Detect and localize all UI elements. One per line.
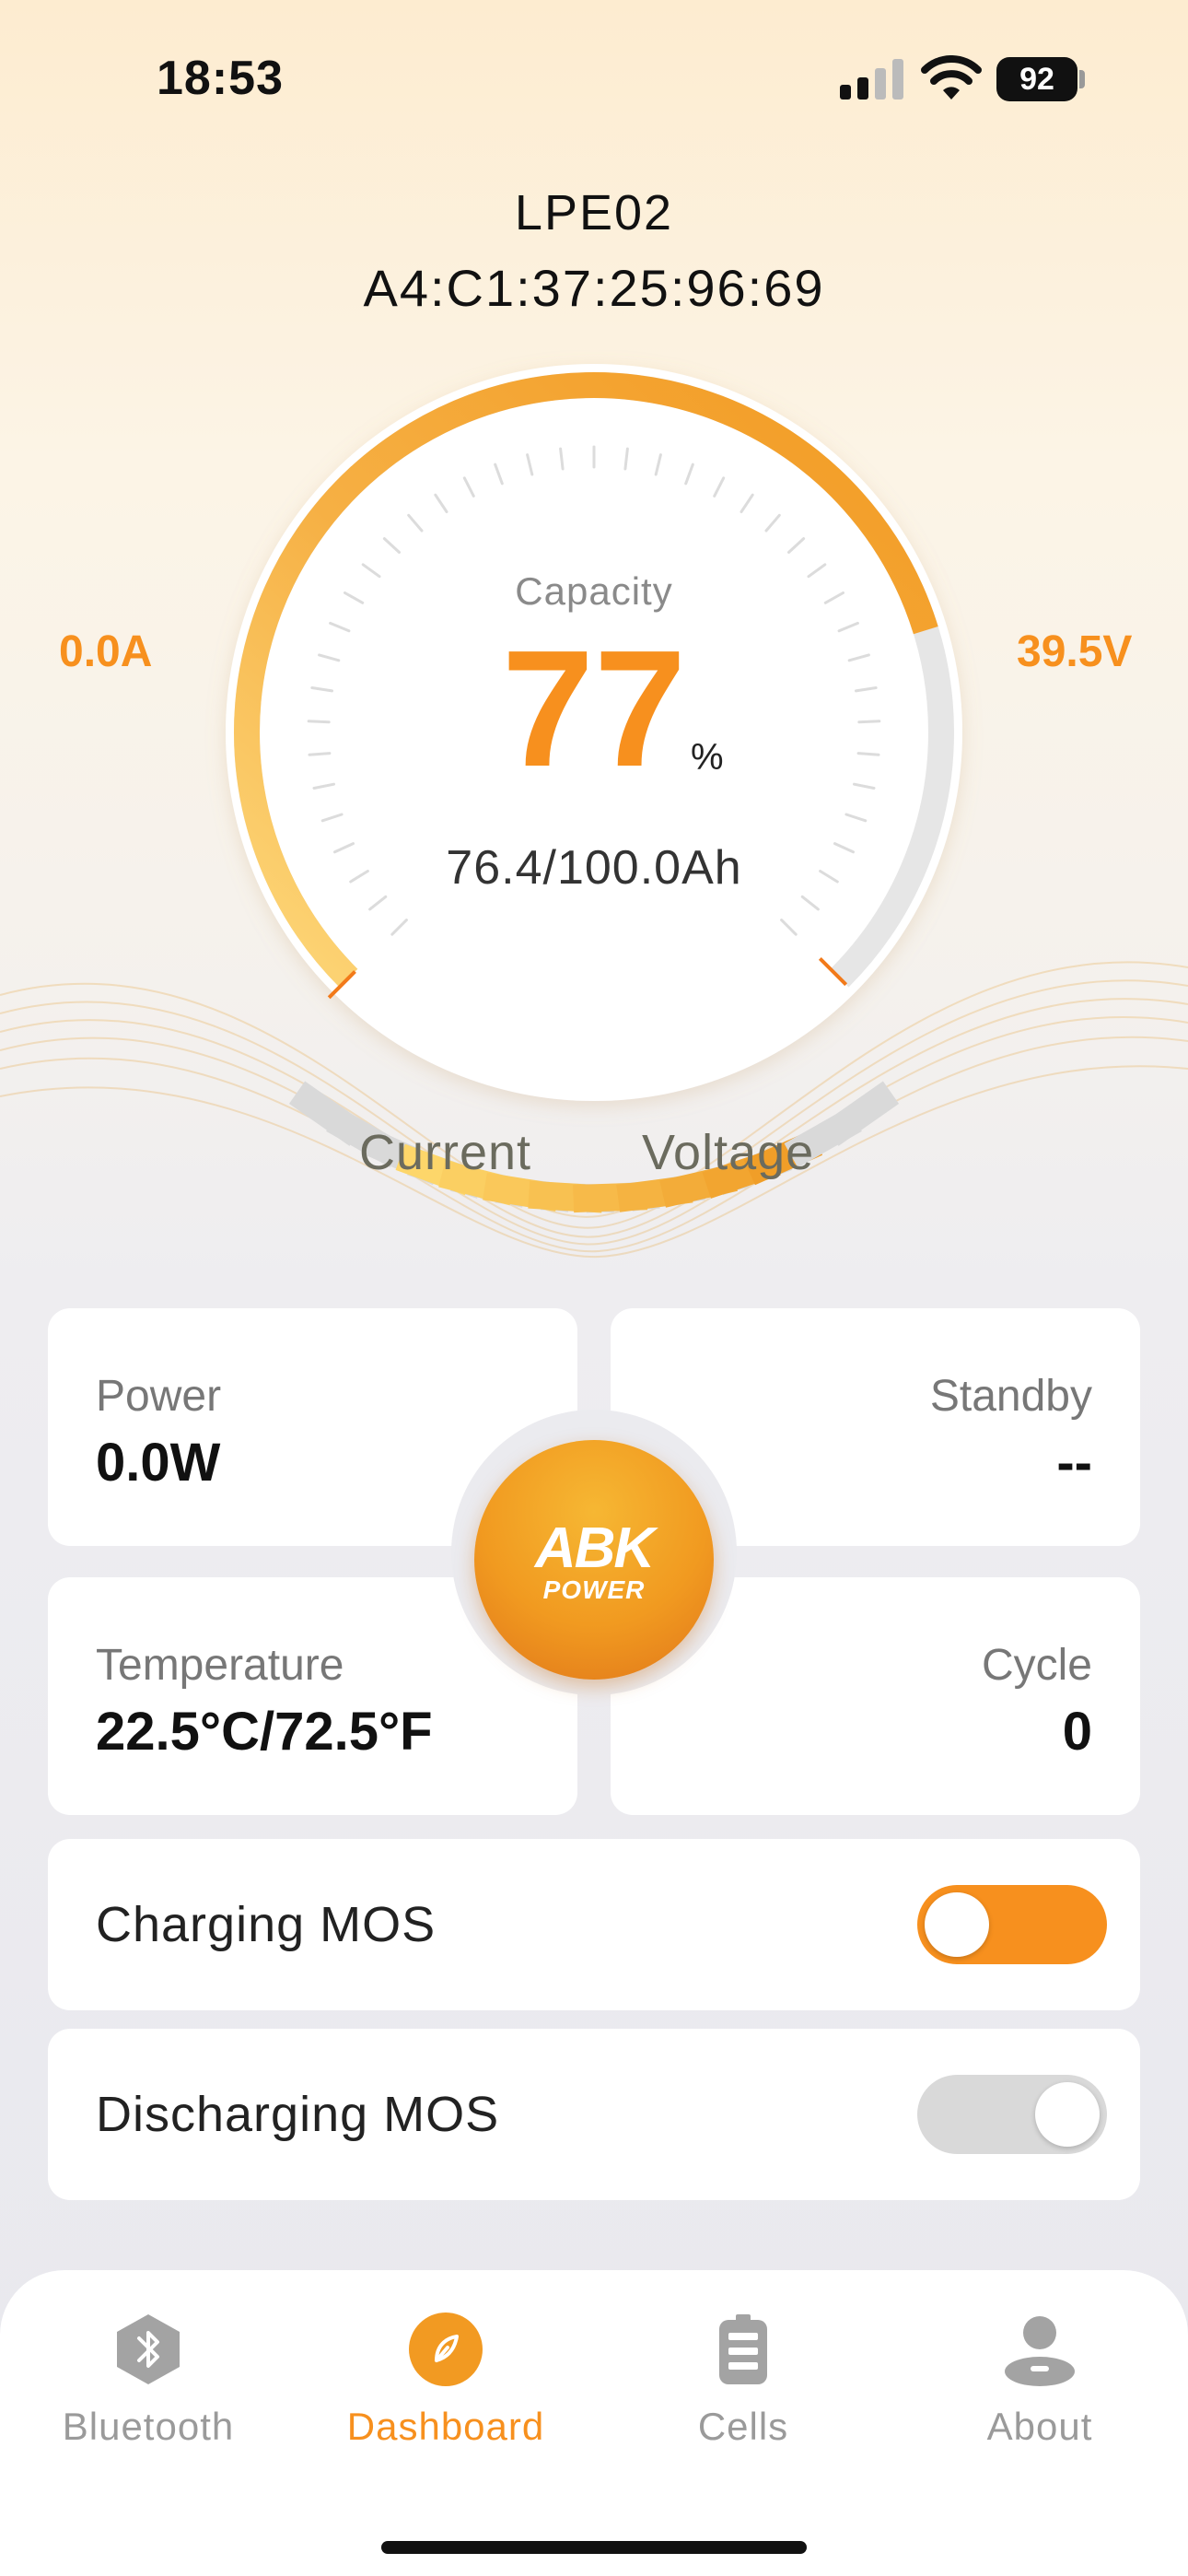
abk-power-logo: ABK POWER <box>474 1440 714 1680</box>
discharging-mos-toggle[interactable] <box>917 2075 1107 2154</box>
device-name: LPE02 <box>514 185 674 240</box>
toggle-knob <box>1035 2082 1100 2147</box>
standby-label: Standby <box>929 1372 1092 1421</box>
tab-label: Cells <box>697 2405 789 2448</box>
power-label: Power <box>96 1372 222 1421</box>
temperature-value: 22.5°C/72.5°F <box>96 1702 433 1762</box>
battery-level: 92 <box>996 57 1077 101</box>
discharging-mos-row: Discharging MOS <box>48 2029 1140 2200</box>
dashboard-icon <box>409 2313 483 2386</box>
capacity-percent-value: 77 <box>501 616 687 802</box>
wifi-icon <box>921 55 982 100</box>
capacity-label: Capacity <box>515 569 673 613</box>
gauge-tick <box>857 720 881 724</box>
charging-mos-label: Charging MOS <box>96 1897 437 1952</box>
cycle-label: Cycle <box>981 1641 1092 1690</box>
gauge-tick <box>856 752 880 756</box>
cellular-signal-icon <box>840 59 903 100</box>
tab-label: Bluetooth <box>62 2405 235 2448</box>
capacity-unit: % <box>691 737 724 778</box>
voltage-value: 39.5V <box>1017 627 1133 676</box>
power-value: 0.0W <box>96 1433 221 1493</box>
tab-dashboard[interactable]: Dashboard <box>326 2294 565 2460</box>
svg-text:ABK: ABK <box>533 1516 659 1580</box>
home-indicator <box>381 2541 807 2554</box>
right-level-bar <box>822 1081 900 1146</box>
current-label: Current <box>359 1125 532 1180</box>
tab-bluetooth[interactable]: Bluetooth <box>29 2294 268 2460</box>
standby-value: -- <box>1056 1433 1092 1493</box>
gauge-tick <box>308 752 332 756</box>
battery-cells-icon <box>719 2314 767 2384</box>
charging-mos-row: Charging MOS <box>48 1839 1140 2010</box>
svg-text:POWER: POWER <box>543 1575 646 1604</box>
tab-label: Dashboard <box>346 2405 545 2448</box>
battery-status-icon: 92 <box>996 57 1085 103</box>
temperature-label: Temperature <box>96 1641 344 1690</box>
cycle-value: 0 <box>1062 1702 1092 1762</box>
status-time: 18:53 <box>157 52 284 105</box>
discharging-mos-label: Discharging MOS <box>96 2087 500 2142</box>
charging-mos-toggle[interactable] <box>917 1885 1107 1964</box>
left-level-bar <box>288 1081 366 1146</box>
current-value: 0.0A <box>59 627 153 676</box>
voltage-label: Voltage <box>642 1125 815 1180</box>
tab-cells[interactable]: Cells <box>623 2294 863 2460</box>
person-icon <box>1005 2316 1075 2386</box>
device-mac-address: A4:C1:37:25:96:69 <box>363 259 825 317</box>
gauge-tick <box>307 720 331 724</box>
capacity-ah-value: 76.4/100.0Ah <box>446 841 742 895</box>
tab-about[interactable]: About <box>920 2294 1159 2460</box>
tab-label: About <box>986 2405 1093 2448</box>
toggle-knob <box>925 1892 989 1957</box>
bluetooth-icon <box>117 2314 180 2384</box>
